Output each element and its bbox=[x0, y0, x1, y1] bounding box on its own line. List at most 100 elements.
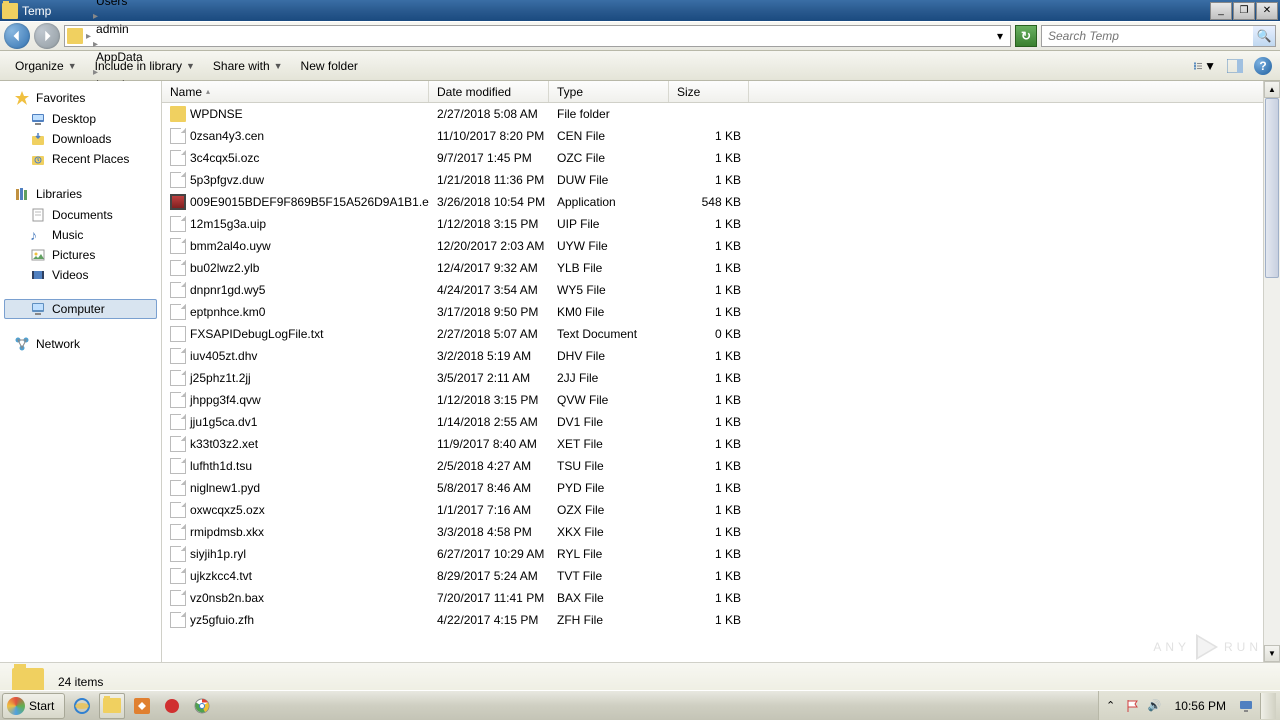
file-row[interactable]: siyjih1p.ryl6/27/2017 10:29 AMRYL File1 … bbox=[162, 543, 1280, 565]
sidebar-network[interactable]: Network bbox=[0, 333, 161, 355]
breadcrumb-sep[interactable]: ▸ bbox=[85, 31, 92, 42]
file-row[interactable]: niglnew1.pyd5/8/2017 8:46 AMPYD File1 KB bbox=[162, 477, 1280, 499]
column-size[interactable]: Size bbox=[669, 81, 749, 102]
sidebar-item-videos[interactable]: Videos bbox=[0, 265, 161, 285]
file-date: 3/3/2018 4:58 PM bbox=[429, 525, 549, 539]
file-type: KM0 File bbox=[549, 305, 669, 319]
tray-flag-icon[interactable] bbox=[1125, 698, 1141, 714]
file-row[interactable]: lufhth1d.tsu2/5/2018 4:27 AMTSU File1 KB bbox=[162, 455, 1280, 477]
file-row[interactable]: jhppg3f4.qvw1/12/2018 3:15 PMQVW File1 K… bbox=[162, 389, 1280, 411]
file-row[interactable]: iuv405zt.dhv3/2/2018 5:19 AMDHV File1 KB bbox=[162, 345, 1280, 367]
include-library-button[interactable]: Include in library▼ bbox=[88, 55, 202, 77]
breadcrumb-sep[interactable]: ▸ bbox=[92, 11, 99, 22]
scroll-up-button[interactable]: ▲ bbox=[1264, 81, 1280, 98]
file-row[interactable]: 5p3pfgvz.duw1/21/2018 11:36 PMDUW File1 … bbox=[162, 169, 1280, 191]
file-row[interactable]: 0zsan4y3.cen11/10/2017 8:20 PMCEN File1 … bbox=[162, 125, 1280, 147]
file-row[interactable]: bmm2al4o.uyw12/20/2017 2:03 AMUYW File1 … bbox=[162, 235, 1280, 257]
tray-volume-icon[interactable]: 🔊 bbox=[1147, 698, 1163, 714]
address-bar[interactable]: ▸ Computer▸Local Disk (C:)▸Users▸admin▸A… bbox=[64, 25, 1011, 47]
file-type: Text Document bbox=[549, 327, 669, 341]
file-type: TSU File bbox=[549, 459, 669, 473]
column-date[interactable]: Date modified bbox=[429, 81, 549, 102]
forward-button[interactable] bbox=[34, 23, 60, 49]
file-row[interactable]: 3c4cqx5i.ozc9/7/2017 1:45 PMOZC File1 KB bbox=[162, 147, 1280, 169]
sidebar-item-desktop[interactable]: Desktop bbox=[0, 109, 161, 129]
sidebar-item-pictures[interactable]: Pictures bbox=[0, 245, 161, 265]
scroll-thumb[interactable] bbox=[1265, 98, 1279, 278]
view-options-button[interactable]: ▼ bbox=[1194, 57, 1216, 75]
sidebar-computer[interactable]: Computer bbox=[4, 299, 157, 319]
file-name: oxwcqxz5.ozx bbox=[190, 503, 265, 517]
sidebar-item-downloads[interactable]: Downloads bbox=[0, 129, 161, 149]
minimize-button[interactable]: _ bbox=[1210, 2, 1232, 20]
file-type: UYW File bbox=[549, 239, 669, 253]
file-row[interactable]: FXSAPIDebugLogFile.txt2/27/2018 5:07 AMT… bbox=[162, 323, 1280, 345]
file-row[interactable]: 12m15g3a.uip1/12/2018 3:15 PMUIP File1 K… bbox=[162, 213, 1280, 235]
file-row[interactable]: rmipdmsb.xkx3/3/2018 4:58 PMXKX File1 KB bbox=[162, 521, 1280, 543]
sidebar-item-documents[interactable]: Documents bbox=[0, 205, 161, 225]
tray-expand[interactable]: ⌃ bbox=[1103, 698, 1119, 714]
file-date: 8/29/2017 5:24 AM bbox=[429, 569, 549, 583]
breadcrumb-admin[interactable]: admin bbox=[92, 22, 179, 36]
close-button[interactable]: ✕ bbox=[1256, 2, 1278, 20]
file-row[interactable]: WPDNSE2/27/2018 5:08 AMFile folder bbox=[162, 103, 1280, 125]
file-name: jhppg3f4.qvw bbox=[190, 393, 261, 407]
file-row[interactable]: j25phz1t.2jj3/5/2017 2:11 AM2JJ File1 KB bbox=[162, 367, 1280, 389]
file-date: 4/24/2017 3:54 AM bbox=[429, 283, 549, 297]
file-name: dnpnr1gd.wy5 bbox=[190, 283, 265, 297]
help-button[interactable]: ? bbox=[1254, 57, 1272, 75]
sidebar: Favorites DesktopDownloadsRecent Places … bbox=[0, 81, 162, 662]
breadcrumb-sep[interactable]: ▸ bbox=[92, 39, 99, 50]
file-size: 1 KB bbox=[669, 415, 749, 429]
column-type[interactable]: Type bbox=[549, 81, 669, 102]
file-row[interactable]: ujkzkcc4.tvt8/29/2017 5:24 AMTVT File1 K… bbox=[162, 565, 1280, 587]
file-row[interactable]: 009E9015BDEF9F869B5F15A526D9A1B1.exe3/26… bbox=[162, 191, 1280, 213]
preview-pane-button[interactable] bbox=[1224, 57, 1246, 75]
start-button[interactable]: Start bbox=[2, 693, 65, 719]
breadcrumb-users[interactable]: Users bbox=[92, 0, 179, 8]
navbar: ▸ Computer▸Local Disk (C:)▸Users▸admin▸A… bbox=[0, 21, 1280, 51]
search-input[interactable] bbox=[1042, 29, 1253, 43]
file-date: 3/5/2017 2:11 AM bbox=[429, 371, 549, 385]
taskbar-app-orange[interactable] bbox=[129, 693, 155, 719]
tray-clock[interactable]: 10:56 PM bbox=[1169, 699, 1232, 713]
file-row[interactable]: dnpnr1gd.wy54/24/2017 3:54 AMWY5 File1 K… bbox=[162, 279, 1280, 301]
search-button[interactable]: 🔍 bbox=[1253, 26, 1275, 46]
sidebar-item-music[interactable]: ♪Music bbox=[0, 225, 161, 245]
tray-monitor-icon[interactable] bbox=[1238, 698, 1254, 714]
organize-button[interactable]: Organize▼ bbox=[8, 55, 84, 77]
taskbar-explorer[interactable] bbox=[99, 693, 125, 719]
column-name[interactable]: Name▴ bbox=[162, 81, 429, 102]
file-size: 1 KB bbox=[669, 239, 749, 253]
file-row[interactable]: vz0nsb2n.bax7/20/2017 11:41 PMBAX File1 … bbox=[162, 587, 1280, 609]
file-size: 1 KB bbox=[669, 217, 749, 231]
file-row[interactable]: yz5gfuio.zfh4/22/2017 4:15 PMZFH File1 K… bbox=[162, 609, 1280, 631]
file-row[interactable]: k33t03z2.xet11/9/2017 8:40 AMXET File1 K… bbox=[162, 433, 1280, 455]
file-size: 1 KB bbox=[669, 371, 749, 385]
file-row[interactable]: eptpnhce.km03/17/2018 9:50 PMKM0 File1 K… bbox=[162, 301, 1280, 323]
start-orb-icon bbox=[7, 697, 25, 715]
file-row[interactable]: jju1g5ca.dv11/14/2018 2:55 AMDV1 File1 K… bbox=[162, 411, 1280, 433]
share-with-button[interactable]: Share with▼ bbox=[206, 55, 290, 77]
taskbar-ie[interactable] bbox=[69, 693, 95, 719]
file-row[interactable]: bu02lwz2.ylb12/4/2017 9:32 AMYLB File1 K… bbox=[162, 257, 1280, 279]
back-button[interactable] bbox=[4, 23, 30, 49]
refresh-button[interactable]: ↻ bbox=[1015, 25, 1037, 47]
libraries-header[interactable]: Libraries bbox=[0, 183, 161, 205]
toolbar: Organize▼ Include in library▼ Share with… bbox=[0, 51, 1280, 81]
favorites-header[interactable]: Favorites bbox=[0, 87, 161, 109]
taskbar-chrome[interactable] bbox=[189, 693, 215, 719]
new-folder-button[interactable]: New folder bbox=[294, 55, 365, 77]
file-type: DUW File bbox=[549, 173, 669, 187]
file-date: 2/5/2018 4:27 AM bbox=[429, 459, 549, 473]
address-dropdown[interactable]: ▾ bbox=[992, 29, 1008, 43]
downloads-icon bbox=[30, 131, 46, 147]
maximize-button[interactable]: ❐ bbox=[1233, 2, 1255, 20]
file-size: 1 KB bbox=[669, 547, 749, 561]
scroll-down-button[interactable]: ▼ bbox=[1264, 645, 1280, 662]
taskbar-app-red[interactable] bbox=[159, 693, 185, 719]
sidebar-item-recent-places[interactable]: Recent Places bbox=[0, 149, 161, 169]
file-row[interactable]: oxwcqxz5.ozx1/1/2017 7:16 AMOZX File1 KB bbox=[162, 499, 1280, 521]
show-desktop-button[interactable] bbox=[1260, 693, 1276, 719]
file-icon bbox=[170, 370, 186, 386]
